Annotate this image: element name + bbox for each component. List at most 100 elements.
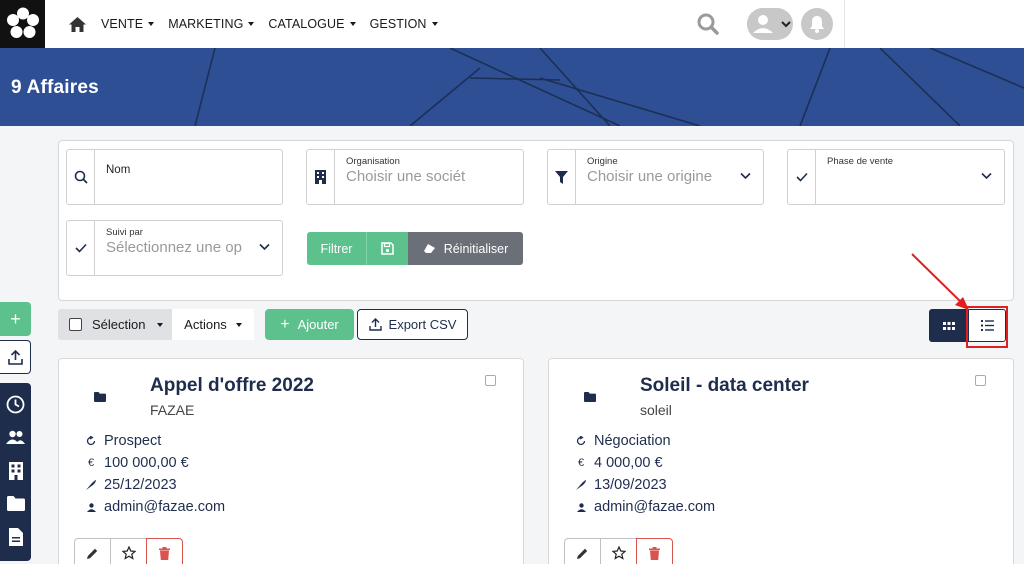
- deal-user: admin@fazae.com: [576, 499, 715, 515]
- suivi-par-filter-field[interactable]: Suivi par Sélectionnez une op: [66, 220, 283, 276]
- favorite-button[interactable]: [110, 538, 147, 564]
- user-icon: [86, 502, 96, 512]
- deal-organisation: FAZAE: [150, 402, 195, 418]
- deal-amount: €100 000,00 €: [87, 455, 189, 471]
- red-arrow-annotation: [911, 253, 969, 310]
- suivi-par-placeholder: Sélectionnez une op: [106, 239, 242, 256]
- nav-catalogue[interactable]: CATALOGUE: [268, 17, 356, 31]
- user-avatar[interactable]: [747, 8, 793, 40]
- folder-icon: [584, 392, 596, 402]
- deal-card[interactable]: Soleil - data center soleil Négociation …: [548, 358, 1014, 564]
- chevron-down-icon: [981, 172, 992, 180]
- chevron-down-icon: [781, 21, 791, 28]
- deal-phase: Négociation: [576, 433, 671, 449]
- delete-button[interactable]: [636, 538, 673, 564]
- folder-icon[interactable]: [0, 496, 31, 511]
- notifications-bell-icon[interactable]: [801, 8, 833, 40]
- quick-upload-button[interactable]: [0, 340, 31, 374]
- grid-icon: [942, 321, 955, 330]
- deal-select-checkbox[interactable]: [485, 375, 496, 386]
- euro-icon: €: [577, 457, 585, 469]
- topbar-blank: [845, 0, 1024, 48]
- check-icon: [788, 150, 816, 204]
- phase-icon: [576, 436, 586, 446]
- pencil-icon: [577, 548, 588, 559]
- filter-button[interactable]: Filtrer: [307, 232, 366, 265]
- origine-placeholder: Choisir une origine: [587, 168, 713, 185]
- folder-icon: [94, 392, 106, 402]
- selection-dropdown[interactable]: Sélection: [58, 309, 172, 340]
- star-icon: [611, 546, 626, 560]
- check-icon: [67, 221, 95, 275]
- chevron-down-icon: [259, 243, 270, 251]
- building-icon: [307, 150, 335, 204]
- deal-user: admin@fazae.com: [86, 499, 225, 515]
- feather-icon: [576, 480, 586, 490]
- edit-button[interactable]: [564, 538, 601, 564]
- upload-icon: [7, 349, 23, 365]
- origine-label: Origine: [587, 156, 618, 167]
- reset-button[interactable]: Réinitialiser: [408, 232, 523, 265]
- phase-vente-label: Phase de vente: [827, 156, 894, 167]
- home-icon[interactable]: [67, 14, 87, 34]
- organisation-filter-field[interactable]: Organisation Choisir une sociét: [306, 149, 524, 205]
- nav-gestion[interactable]: GESTION: [370, 17, 438, 31]
- delete-button[interactable]: [146, 538, 183, 564]
- contacts-icon[interactable]: [0, 430, 31, 444]
- deal-organisation: soleil: [640, 402, 672, 418]
- caret-down-icon: [235, 322, 242, 327]
- plus-icon: +: [10, 309, 21, 329]
- deal-title[interactable]: Appel d'offre 2022: [150, 375, 314, 397]
- caret-down-icon: [349, 22, 356, 26]
- favorite-button[interactable]: [600, 538, 637, 564]
- caret-down-icon: [148, 22, 155, 26]
- save-filter-button[interactable]: [366, 232, 408, 265]
- trash-icon: [649, 546, 660, 560]
- nom-label: Nom: [106, 164, 131, 176]
- caret-down-icon: [157, 322, 164, 327]
- document-icon[interactable]: [0, 528, 31, 546]
- deal-date: 13/09/2023: [576, 477, 667, 493]
- search-icon: [67, 150, 95, 204]
- side-nav: [0, 383, 31, 561]
- phase-vente-filter-field[interactable]: Phase de vente: [787, 149, 1005, 205]
- nav-vente[interactable]: VENTE: [101, 17, 155, 31]
- organisations-icon[interactable]: [0, 462, 31, 480]
- export-csv-button[interactable]: Export CSV: [357, 309, 468, 340]
- add-button[interactable]: + Ajouter: [265, 309, 354, 340]
- deal-amount: €4 000,00 €: [577, 455, 663, 471]
- deal-select-checkbox[interactable]: [975, 375, 986, 386]
- nom-filter-field[interactable]: Nom: [66, 149, 283, 205]
- deal-phase: Prospect: [86, 433, 161, 449]
- star-icon: [121, 546, 136, 560]
- filter-button-group: Filtrer Réinitialiser: [307, 232, 523, 265]
- save-icon: [381, 242, 394, 255]
- search-icon[interactable]: [697, 13, 719, 40]
- caret-down-icon: [431, 22, 438, 26]
- plus-icon: +: [280, 315, 290, 333]
- origine-filter-field[interactable]: Origine Choisir une origine: [547, 149, 764, 205]
- top-navbar: VENTE MARKETING CATALOGUE GESTION: [0, 0, 845, 48]
- deal-title[interactable]: Soleil - data center: [640, 375, 809, 397]
- pencil-icon: [87, 548, 98, 559]
- trash-icon: [159, 546, 170, 560]
- app-logo[interactable]: [0, 0, 45, 48]
- edit-button[interactable]: [74, 538, 111, 564]
- suivi-par-label: Suivi par: [106, 227, 143, 238]
- eraser-icon: [423, 244, 435, 253]
- euro-icon: €: [87, 457, 95, 469]
- organisation-label: Organisation: [346, 156, 400, 167]
- deal-card[interactable]: Appel d'offre 2022 FAZAE Prospect €100 0…: [58, 358, 524, 564]
- feather-icon: [86, 480, 96, 490]
- select-all-checkbox[interactable]: [69, 318, 82, 331]
- user-icon: [747, 8, 779, 40]
- funnel-icon: [548, 150, 576, 204]
- user-icon: [576, 502, 586, 512]
- quick-add-button[interactable]: +: [0, 302, 31, 336]
- nav-marketing[interactable]: MARKETING: [168, 17, 255, 31]
- history-icon[interactable]: [0, 395, 31, 414]
- deal-actions: [74, 538, 183, 564]
- page-title: 9 Affaires: [11, 77, 99, 98]
- page-header-banner: 9 Affaires: [0, 48, 1024, 126]
- actions-dropdown[interactable]: Actions: [172, 309, 254, 340]
